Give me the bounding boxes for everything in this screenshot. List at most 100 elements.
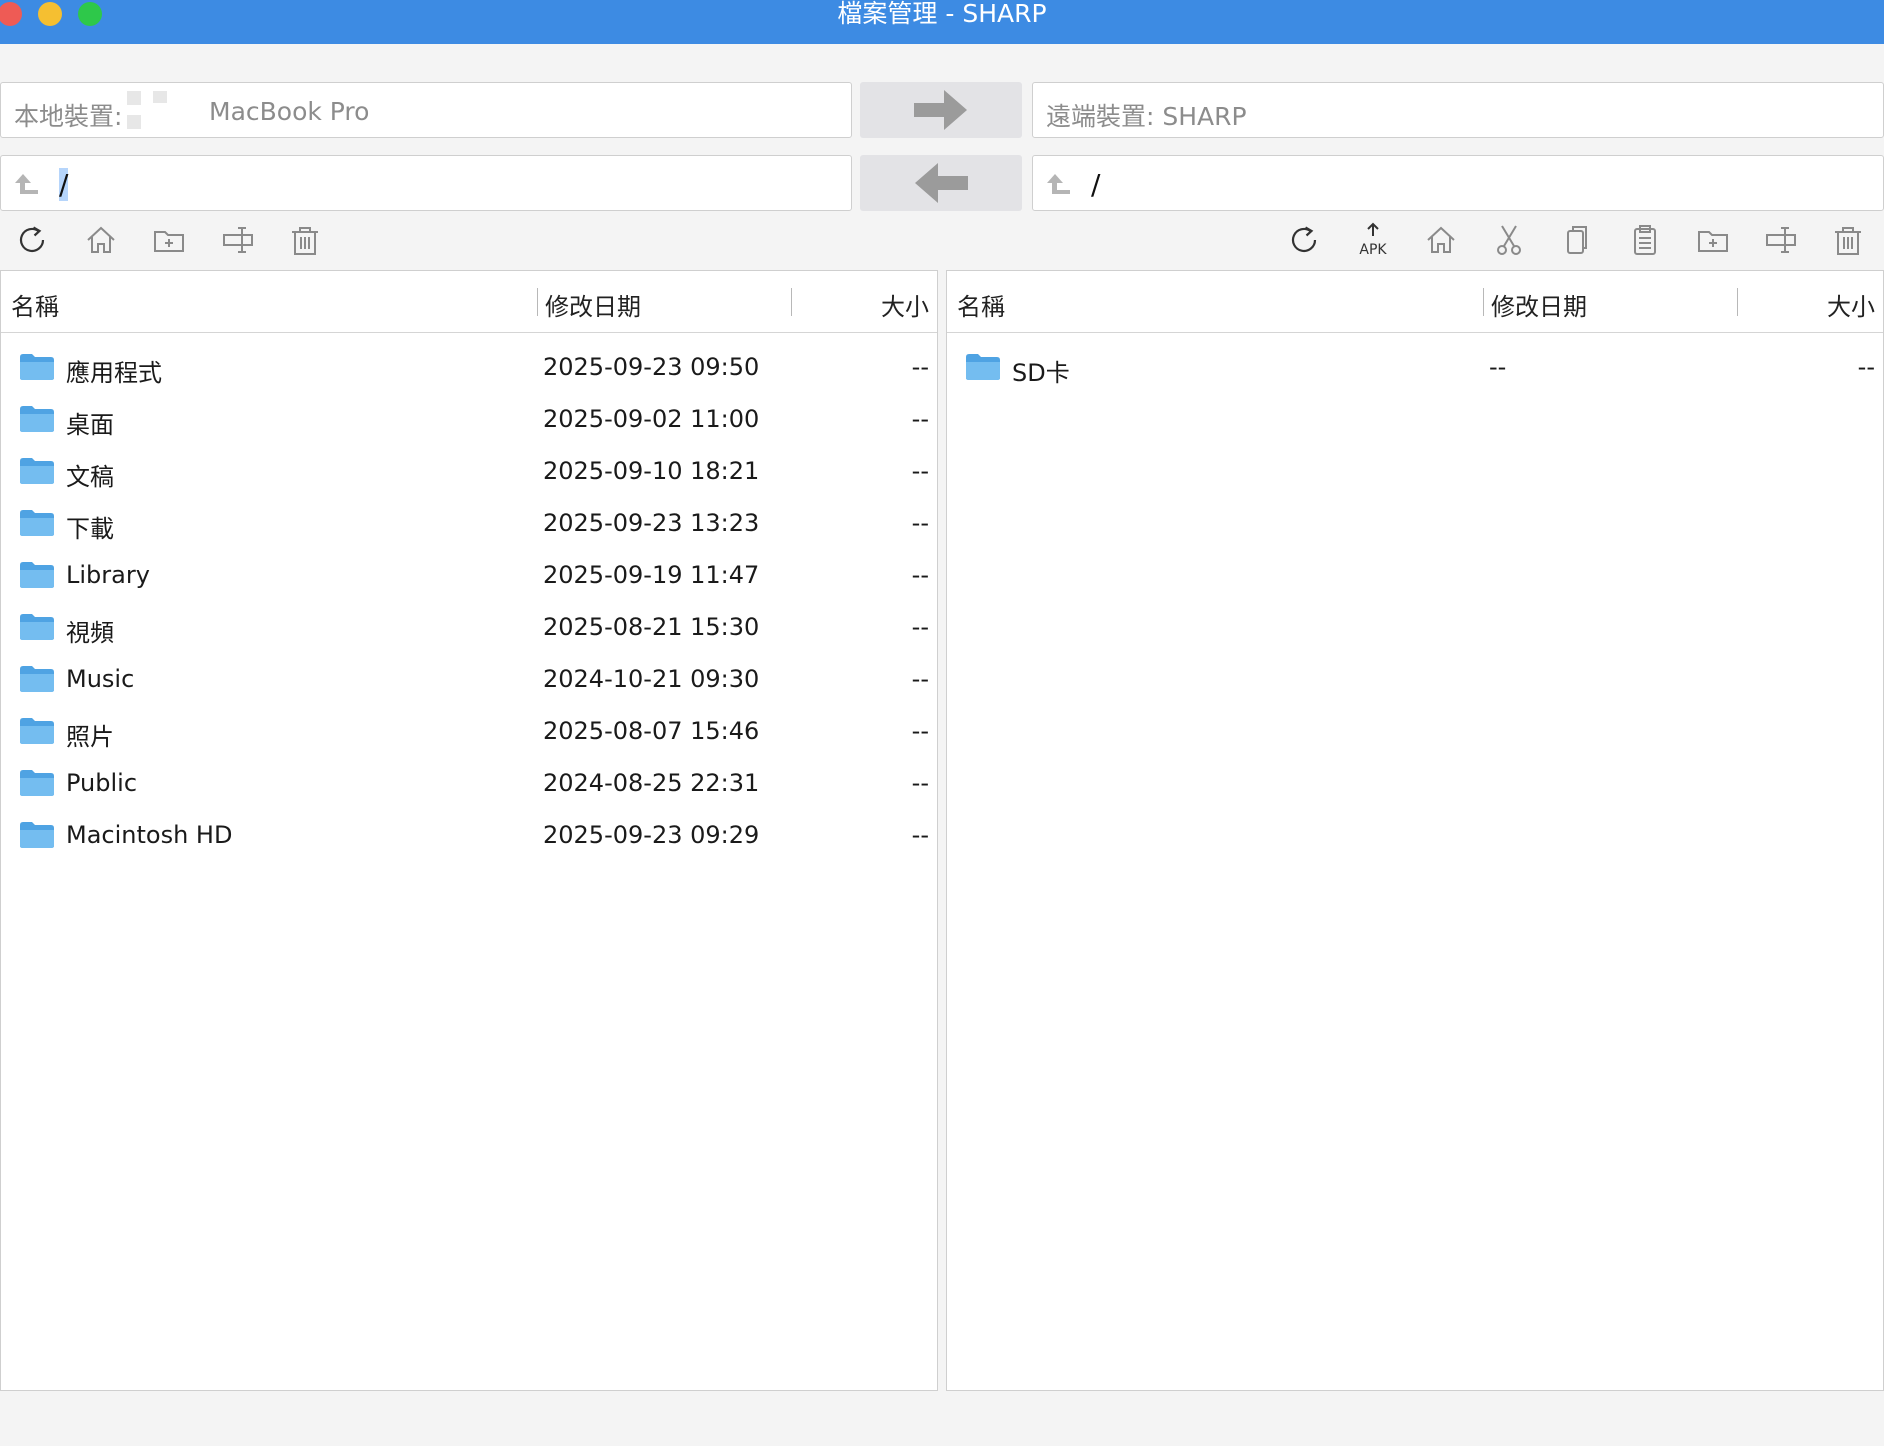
column-divider[interactable]	[1483, 288, 1484, 316]
new-folder-icon[interactable]	[1695, 222, 1731, 258]
local-path-field[interactable]: /	[0, 155, 852, 211]
file-name: 應用程式	[66, 359, 162, 387]
file-name: 照片	[66, 723, 114, 751]
column-name[interactable]: 名稱	[11, 287, 59, 322]
local-device-label: 本地裝置:	[14, 102, 123, 131]
file-size: --	[911, 353, 929, 381]
file-name: Music	[66, 665, 135, 693]
rename-icon[interactable]	[220, 222, 256, 258]
up-directory-icon[interactable]	[1046, 172, 1072, 196]
folder-icon	[20, 718, 54, 744]
file-date: 2024-08-25 22:31	[543, 769, 760, 797]
folder-icon	[20, 562, 54, 588]
remote-device-label: 遠端裝置: SHARP	[1046, 102, 1247, 131]
new-folder-icon[interactable]	[151, 222, 187, 258]
remote-file-list[interactable]: 名稱 修改日期 大小 SD卡 -- --	[946, 270, 1884, 1391]
folder-icon	[20, 458, 54, 484]
file-row[interactable]: 視頻 2025-08-21 15:30 --	[1, 601, 937, 653]
column-size[interactable]: 大小	[1827, 287, 1875, 322]
column-size[interactable]: 大小	[881, 287, 929, 322]
file-date: 2025-09-10 18:21	[543, 457, 760, 485]
transfer-to-remote-button[interactable]	[860, 82, 1022, 138]
file-size: --	[911, 613, 929, 641]
column-divider[interactable]	[1737, 288, 1738, 316]
arrow-right-icon	[914, 90, 967, 130]
file-row[interactable]: Library 2025-09-19 11:47 --	[1, 549, 937, 601]
file-size: --	[911, 561, 929, 589]
home-icon[interactable]	[1423, 222, 1459, 258]
folder-icon	[20, 354, 54, 380]
file-date: 2025-08-07 15:46	[543, 717, 760, 745]
title-bar: 檔案管理 - SHARP	[0, 0, 1884, 44]
local-file-list[interactable]: 名稱 修改日期 大小 應用程式 2025-09-23 09:50 -- 桌面 2…	[0, 270, 938, 1391]
remote-path-field[interactable]: /	[1032, 155, 1884, 211]
file-row[interactable]: 照片 2025-08-07 15:46 --	[1, 705, 937, 757]
column-divider[interactable]	[537, 288, 538, 316]
local-device-field: 本地裝置: MacBook Pro	[0, 82, 852, 138]
file-size: --	[911, 717, 929, 745]
redacted-pixel	[127, 115, 141, 129]
window-title: 檔案管理 - SHARP	[837, 0, 1047, 28]
file-row[interactable]: SD卡 -- --	[947, 341, 1883, 393]
apk-label: APK	[1359, 242, 1387, 258]
file-name: SD卡	[1012, 359, 1070, 387]
file-name: 文稿	[66, 463, 114, 491]
file-row[interactable]: Macintosh HD 2025-09-23 09:29 --	[1, 809, 937, 861]
file-name: Library	[66, 561, 150, 589]
up-directory-icon[interactable]	[14, 172, 40, 196]
file-row[interactable]: 下載 2025-09-23 13:23 --	[1, 497, 937, 549]
refresh-icon[interactable]	[1286, 222, 1322, 258]
column-date[interactable]: 修改日期	[545, 287, 641, 322]
file-date: --	[1489, 353, 1507, 381]
file-name: 桌面	[66, 411, 114, 439]
folder-icon	[20, 406, 54, 432]
file-size: --	[911, 405, 929, 433]
column-date[interactable]: 修改日期	[1491, 287, 1587, 322]
file-row[interactable]: 桌面 2025-09-02 11:00 --	[1, 393, 937, 445]
folder-icon	[966, 354, 1000, 380]
file-size: --	[911, 457, 929, 485]
apk-install-icon[interactable]: APK	[1355, 222, 1391, 258]
redacted-pixel	[153, 91, 167, 103]
trash-icon[interactable]	[1830, 222, 1866, 258]
folder-icon	[20, 822, 54, 848]
folder-icon	[20, 510, 54, 536]
column-name[interactable]: 名稱	[957, 287, 1005, 322]
local-device-name: MacBook Pro	[209, 97, 370, 126]
file-date: 2025-09-02 11:00	[543, 405, 760, 433]
file-size: --	[911, 769, 929, 797]
file-name: 視頻	[66, 619, 114, 647]
column-header: 名稱 修改日期 大小	[1, 271, 937, 333]
file-row[interactable]: Public 2024-08-25 22:31 --	[1, 757, 937, 809]
folder-icon	[20, 614, 54, 640]
arrow-left-icon	[915, 163, 968, 203]
local-path-input[interactable]: /	[59, 168, 69, 201]
file-size: --	[911, 665, 929, 693]
trash-icon[interactable]	[287, 222, 323, 258]
transfer-to-local-button[interactable]	[860, 155, 1022, 211]
file-size: --	[911, 509, 929, 537]
file-date: 2025-09-19 11:47	[543, 561, 760, 589]
home-icon[interactable]	[83, 222, 119, 258]
remote-path-input[interactable]: /	[1091, 168, 1100, 201]
file-date: 2025-08-21 15:30	[543, 613, 760, 641]
paste-icon[interactable]	[1627, 222, 1663, 258]
file-name: Macintosh HD	[66, 821, 233, 849]
refresh-icon[interactable]	[14, 222, 50, 258]
file-row[interactable]: 應用程式 2025-09-23 09:50 --	[1, 341, 937, 393]
file-date: 2025-09-23 09:50	[543, 353, 760, 381]
folder-icon	[20, 666, 54, 692]
file-row[interactable]: Music 2024-10-21 09:30 --	[1, 653, 937, 705]
remote-device-field: 遠端裝置: SHARP	[1032, 82, 1884, 138]
file-date: 2024-10-21 09:30	[543, 665, 760, 693]
file-row[interactable]: 文稿 2025-09-10 18:21 --	[1, 445, 937, 497]
file-date: 2025-09-23 09:29	[543, 821, 760, 849]
copy-icon[interactable]	[1559, 222, 1595, 258]
rename-icon[interactable]	[1763, 222, 1799, 258]
redacted-pixel	[127, 91, 141, 105]
column-divider[interactable]	[791, 288, 792, 316]
file-date: 2025-09-23 13:23	[543, 509, 760, 537]
file-size: --	[911, 821, 929, 849]
cut-icon[interactable]	[1491, 222, 1527, 258]
file-name: 下載	[66, 515, 114, 543]
